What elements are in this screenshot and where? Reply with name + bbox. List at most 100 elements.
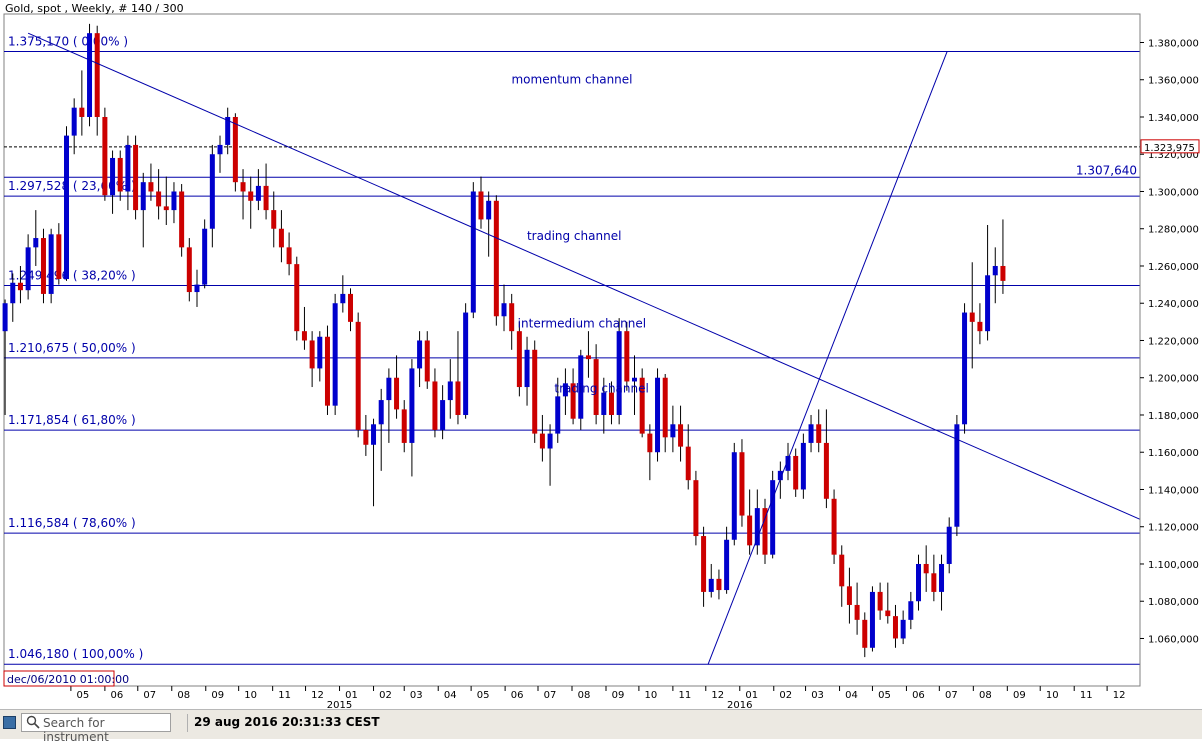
candle-body — [908, 601, 914, 620]
candle-body — [40, 238, 46, 294]
candle-body — [64, 135, 70, 280]
x-tick-label: 05 — [878, 690, 891, 701]
candle-body — [831, 498, 837, 555]
channel-annotation: momentum channel — [511, 72, 632, 86]
candle-body — [969, 312, 975, 322]
candle-body — [877, 591, 883, 611]
candle-body — [678, 424, 684, 447]
candle-body — [869, 591, 875, 648]
candle-body — [179, 191, 185, 248]
candle-body — [94, 33, 100, 117]
candle-body — [793, 455, 799, 490]
x-year-label: 2016 — [727, 700, 752, 709]
candle-body — [455, 381, 461, 415]
candle-body — [724, 539, 730, 591]
candle-body — [56, 234, 62, 280]
candle-body — [624, 331, 630, 382]
candle-body — [332, 303, 338, 406]
y-tick-label: 1.220,000 — [1148, 336, 1199, 347]
candle-body — [846, 586, 852, 605]
price-chart[interactable]: Gold, spot , Weekly, # 140 / 300 1.375,1… — [0, 0, 1202, 709]
x-tick-label: 03 — [410, 690, 423, 701]
candle-body — [923, 563, 929, 574]
candle-body — [294, 264, 300, 332]
y-tick-label: 1.180,000 — [1148, 411, 1199, 422]
fib-level-label: 1.210,675 ( 50,00% ) — [8, 341, 136, 355]
x-tick-label: 06 — [511, 690, 524, 701]
candle-body — [301, 331, 307, 341]
candle-body — [916, 563, 922, 602]
fib-level-label: 1.046,180 ( 100,00% ) — [8, 647, 143, 661]
instrument-color-icon[interactable] — [3, 716, 16, 729]
candle-body — [10, 282, 16, 304]
status-divider — [187, 714, 188, 732]
candle-body — [2, 303, 8, 332]
x-tick-label: 08 — [578, 690, 591, 701]
candle-body — [217, 144, 223, 155]
candle-body — [985, 275, 991, 332]
candle-body — [662, 377, 668, 438]
candle-body — [992, 265, 998, 276]
x-tick-label: 07 — [544, 690, 557, 701]
candle-body — [655, 377, 661, 453]
y-tick-label: 1.160,000 — [1148, 448, 1199, 459]
candle-body — [263, 185, 269, 211]
candle-body — [194, 284, 200, 293]
candle-body — [854, 604, 860, 620]
y-tick-label: 1.300,000 — [1148, 187, 1199, 198]
candle-body — [885, 610, 891, 617]
chart-title: Gold, spot , Weekly, # 140 / 300 — [5, 2, 184, 15]
candle-body — [931, 573, 937, 592]
candle-body — [701, 536, 707, 592]
candle-body — [862, 619, 868, 648]
candle-body — [355, 321, 361, 430]
candle-body — [731, 452, 737, 540]
candle-body — [71, 107, 77, 136]
candle-body — [747, 515, 753, 546]
candle-body — [417, 340, 423, 369]
channel-annotation: trading channel — [527, 229, 621, 243]
candle-body — [532, 349, 538, 434]
search-placeholder: Search for instrument — [43, 716, 109, 744]
candle-body — [363, 429, 369, 445]
x-tick-label: 12 — [711, 690, 724, 701]
candle-body — [140, 182, 146, 211]
candle-body — [148, 182, 154, 192]
candle-body — [348, 293, 354, 322]
candle-body — [770, 480, 776, 555]
plot-area — [3, 13, 1141, 687]
x-tick-label: 05 — [477, 690, 490, 701]
candle-body — [685, 446, 691, 481]
candle-body — [493, 200, 499, 317]
candle-body — [424, 340, 430, 382]
candle-body — [102, 116, 108, 196]
candle-body — [378, 400, 384, 425]
candle-body — [171, 191, 177, 211]
search-instrument-input[interactable]: Search for instrument — [21, 713, 171, 744]
x-tick-label: 05 — [77, 690, 90, 701]
candle-body — [401, 409, 407, 443]
candle-body — [87, 33, 93, 117]
start-date-label: dec/06/2010 01:00:00 — [7, 673, 129, 686]
x-tick-label: 11 — [1080, 690, 1093, 701]
status-bar: Search for instrument 29 aug 2016 20:31:… — [0, 709, 1202, 744]
fib-level-label: 1.116,584 ( 78,60% ) — [8, 516, 136, 530]
candle-body — [278, 228, 284, 248]
x-tick-label: 02 — [379, 690, 392, 701]
candle-body — [516, 331, 522, 388]
candle-body — [716, 578, 722, 591]
candle-body — [33, 238, 39, 248]
y-tick-label: 1.120,000 — [1148, 523, 1199, 534]
candle-body — [547, 433, 553, 449]
x-tick-label: 10 — [1046, 690, 1059, 701]
y-tick-label: 1.260,000 — [1148, 262, 1199, 273]
candle-body — [1000, 265, 1006, 281]
candle-body — [340, 293, 346, 304]
candle-body — [486, 200, 492, 220]
candle-body — [255, 185, 261, 201]
candle-body — [463, 312, 469, 415]
candle-body — [394, 377, 400, 410]
x-tick-label: 11 — [278, 690, 291, 701]
x-tick-label: 06 — [912, 690, 925, 701]
y-tick-label: 1.360,000 — [1148, 76, 1199, 87]
